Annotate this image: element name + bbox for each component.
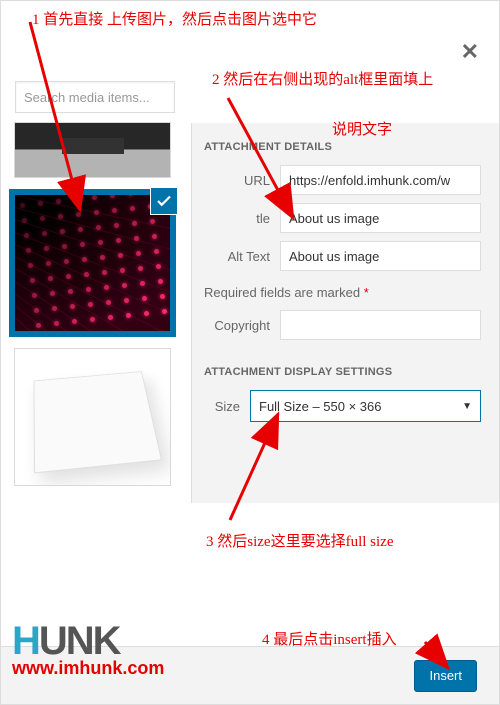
title-label: tle	[204, 211, 280, 226]
size-select-value: Full Size – 550 × 366	[259, 399, 382, 414]
required-note: Required fields are marked *	[204, 285, 481, 300]
title-field[interactable]	[280, 203, 481, 233]
media-thumb-selected[interactable]	[15, 195, 170, 331]
insert-button[interactable]: Insert	[414, 660, 477, 692]
media-thumb[interactable]	[15, 123, 170, 177]
copyright-label: Copyright	[204, 318, 280, 333]
chevron-down-icon: ▼	[462, 401, 472, 412]
media-grid	[1, 123, 191, 503]
alt-label: Alt Text	[204, 249, 280, 264]
url-label: URL	[204, 173, 280, 188]
section-title: ATTACHMENT DISPLAY SETTINGS	[204, 366, 481, 378]
size-select[interactable]: Full Size – 550 × 366 ▼	[250, 390, 481, 422]
size-label: Size	[204, 399, 250, 414]
url-field[interactable]	[280, 165, 481, 195]
search-input[interactable]	[15, 81, 175, 113]
close-icon[interactable]: ✕	[461, 39, 479, 65]
media-thumb[interactable]	[15, 349, 170, 485]
alt-text-field[interactable]	[280, 241, 481, 271]
brand-watermark: HUNK www.imhunk.com	[12, 619, 164, 679]
copyright-field[interactable]	[280, 310, 481, 340]
section-title: ATTACHMENT DETAILS	[204, 141, 481, 153]
attachment-details: ATTACHMENT DETAILS URL tle Alt Text Requ…	[191, 123, 499, 503]
checkmark-icon	[151, 188, 177, 214]
